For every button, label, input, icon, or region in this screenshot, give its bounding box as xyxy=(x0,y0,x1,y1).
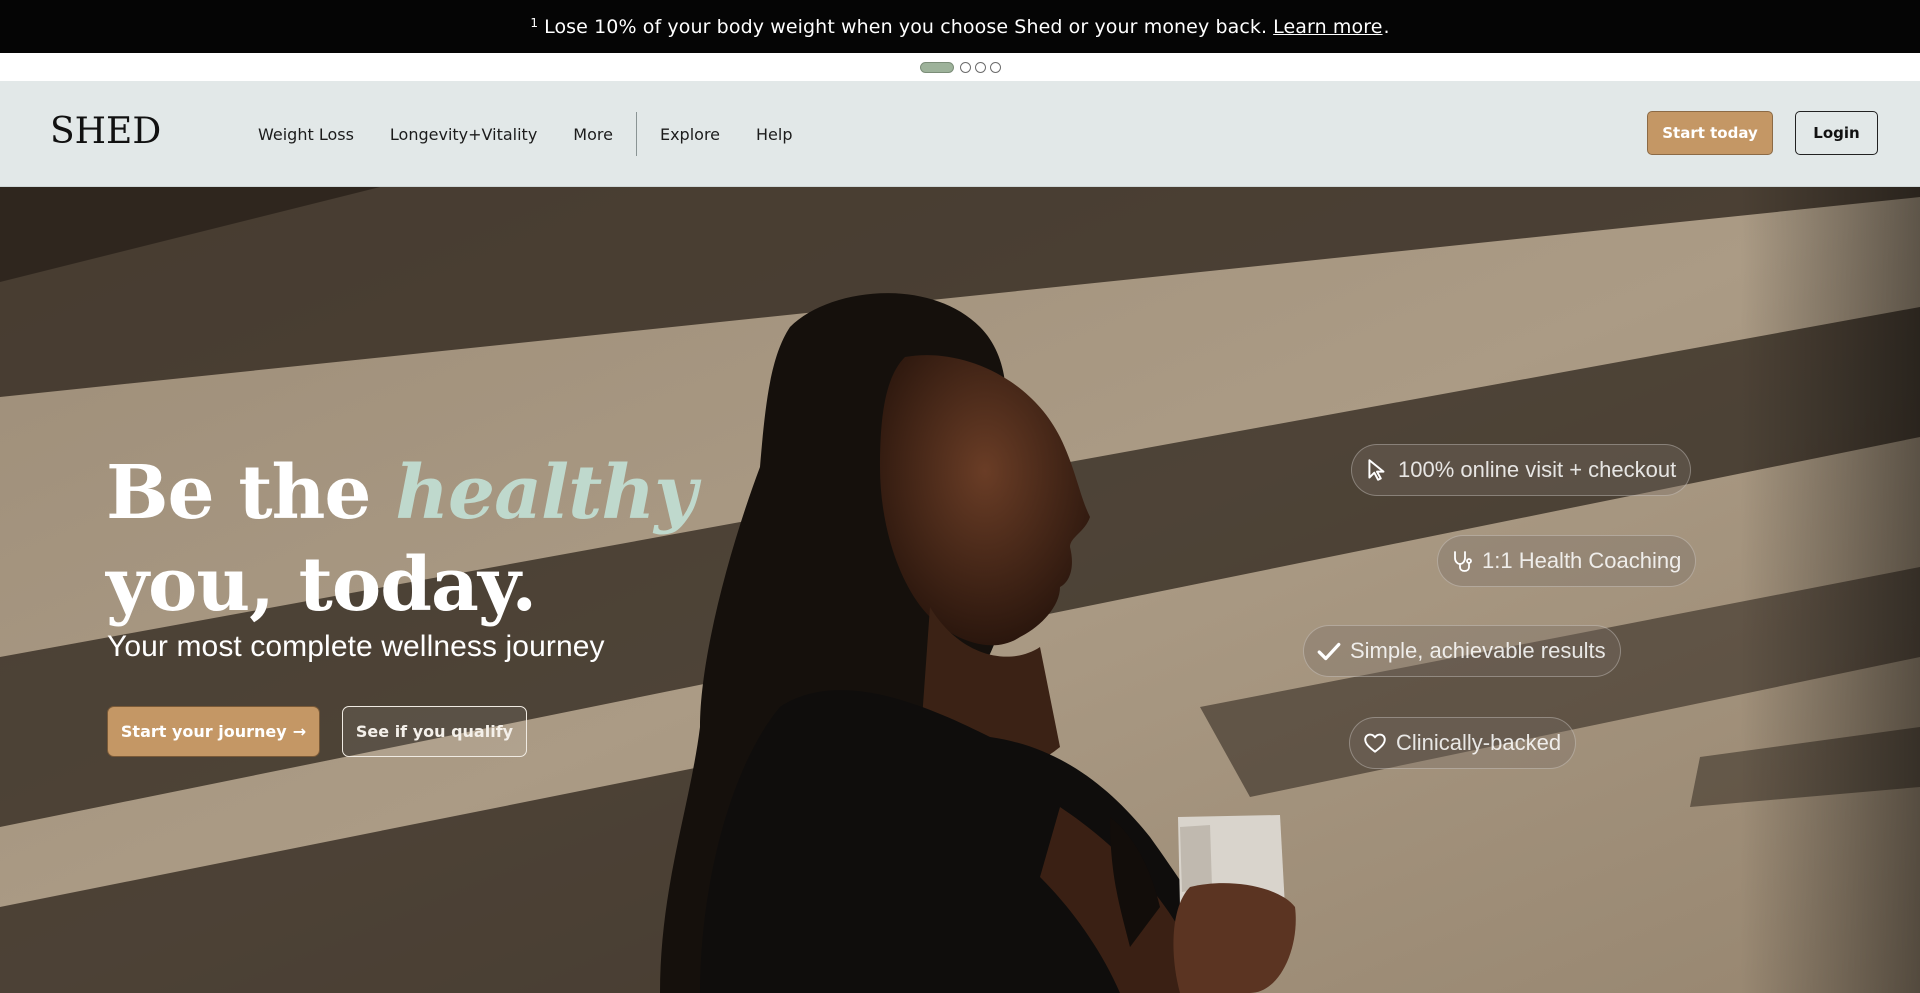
headline-accent: healthy xyxy=(395,450,697,536)
headline-part-1: Be the xyxy=(106,450,396,536)
site-header: SHED Weight Loss Longevity+Vitality More… xyxy=(0,81,1920,187)
nav-explore[interactable]: Explore xyxy=(660,125,720,144)
headline-part-2: you, today. xyxy=(106,542,537,628)
feature-pill-simple-results: Simple, achievable results xyxy=(1303,625,1621,677)
checkmark-icon xyxy=(1317,642,1341,661)
carousel-dot-4[interactable] xyxy=(989,61,1001,73)
nav-help[interactable]: Help xyxy=(756,125,792,144)
carousel-indicators xyxy=(0,53,1920,81)
start-your-journey-button[interactable]: Start your journey → xyxy=(107,706,320,757)
arrow-right-icon: → xyxy=(292,722,307,741)
feature-label: 100% online visit + checkout xyxy=(1398,457,1677,482)
announcement-bar: 1 Lose 10% of your body weight when you … xyxy=(0,0,1920,53)
announcement-period: . xyxy=(1383,15,1390,38)
nav-divider xyxy=(635,112,637,156)
announcement-text: Lose 10% of your body weight when you ch… xyxy=(544,15,1268,38)
main-nav: Weight Loss Longevity+Vitality More Expl… xyxy=(258,81,829,187)
feature-pill-clinically-backed: Clinically-backed xyxy=(1349,717,1577,769)
cursor-icon xyxy=(1368,459,1385,481)
footnote-marker: 1 xyxy=(530,15,539,30)
feature-label: Clinically-backed xyxy=(1396,730,1562,755)
start-your-journey-label: Start your journey xyxy=(120,722,287,741)
heart-icon xyxy=(1364,733,1386,753)
carousel-dot-3[interactable] xyxy=(974,61,986,73)
shed-logo[interactable]: SHED xyxy=(50,111,161,152)
see-if-you-qualify-button[interactable]: See if you qualify xyxy=(342,706,527,757)
carousel-dot-1[interactable] xyxy=(919,61,954,73)
hero-subheadline: Your most complete wellness journey xyxy=(107,630,605,663)
hero-section: Be the healthy you, today. Your most com… xyxy=(0,187,1920,993)
hero-headline: Be the healthy you, today. xyxy=(106,447,697,631)
nav-weight-loss[interactable]: Weight Loss xyxy=(258,125,354,144)
stethoscope-icon xyxy=(1454,551,1472,572)
start-today-button[interactable]: Start today xyxy=(1647,111,1773,155)
learn-more-link[interactable]: Learn more xyxy=(1273,16,1382,38)
carousel-dot-2[interactable] xyxy=(959,61,971,73)
nav-longevity-vitality[interactable]: Longevity+Vitality xyxy=(390,125,537,144)
feature-pill-online-visit: 100% online visit + checkout xyxy=(1351,444,1692,496)
feature-pill-health-coaching: 1:1 Health Coaching xyxy=(1437,535,1697,587)
feature-label: Simple, achievable results xyxy=(1350,638,1606,663)
nav-more[interactable]: More xyxy=(573,125,613,144)
login-button[interactable]: Login xyxy=(1795,111,1878,155)
feature-label: 1:1 Health Coaching xyxy=(1482,548,1682,573)
